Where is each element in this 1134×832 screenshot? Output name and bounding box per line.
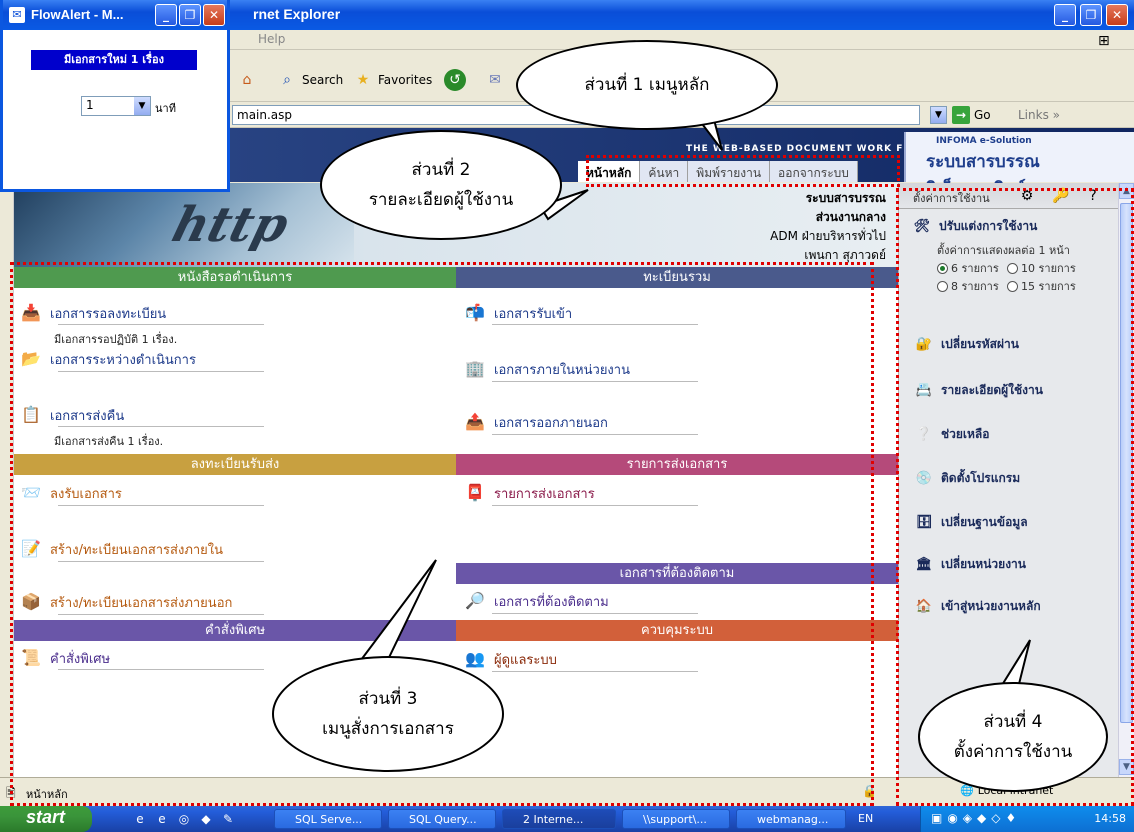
ql-app-icon[interactable]: ◆ xyxy=(198,811,214,827)
user-info: ระบบสารบรรณ ส่วนงานกลาง ADM ฝ่ายบริหารทั… xyxy=(770,189,886,265)
interval-value: 1 xyxy=(86,98,94,112)
task-sql-server[interactable]: SQL Serve... xyxy=(274,809,382,829)
callout-4: ส่วนที่ 4 ตั้งค่าการใช้งาน xyxy=(918,682,1108,792)
chevron-down-icon[interactable]: ▼ xyxy=(134,97,150,115)
taskbar: start e e ◎ ◆ ✎ SQL Serve... SQL Query..… xyxy=(0,806,1134,832)
ql-ie2-icon[interactable]: e xyxy=(154,811,170,827)
callout-3-line2: เมนูสั่งการเอกสาร xyxy=(322,719,454,739)
callout-1-text: ส่วนที่ 1 เมนูหลัก xyxy=(584,75,710,95)
clock: 14:58 xyxy=(1094,812,1126,825)
flowalert-title: FlowAlert - M... xyxy=(31,7,124,22)
callout-3-line1: ส่วนที่ 3 xyxy=(358,689,418,709)
interval-select[interactable]: 1 ▼ xyxy=(81,96,151,116)
close-button[interactable]: ✕ xyxy=(1106,4,1128,26)
task-support[interactable]: \\support\... xyxy=(622,809,730,829)
search-label: Search xyxy=(302,73,344,87)
interval-unit: นาที xyxy=(155,102,176,115)
flowalert-app-icon: ✉ xyxy=(9,7,25,23)
callout-1: ส่วนที่ 1 เมนูหลัก xyxy=(516,40,778,130)
flowalert-window: FlowAlert - M... ✉ _ ❐ ✕ มีเอกสารใหม่ 1 … xyxy=(0,0,230,192)
ql-ie-icon[interactable]: e xyxy=(132,811,148,827)
language-indicator[interactable]: EN xyxy=(858,812,873,825)
flowalert-maximize-button[interactable]: ❐ xyxy=(179,4,201,26)
start-button[interactable]: start xyxy=(0,806,92,832)
callout-2-line1: ส่วนที่ 2 xyxy=(411,160,471,180)
history-icon: ↺ xyxy=(444,69,466,91)
search-icon: ⌕ xyxy=(283,72,291,88)
region-1-box xyxy=(586,155,900,187)
search-button[interactable]: ⌕ Search xyxy=(276,68,343,92)
flowalert-minimize-button[interactable]: _ xyxy=(155,4,177,26)
task-ie[interactable]: 2 Interne... xyxy=(502,809,616,829)
ie-title: rnet Explorer xyxy=(253,6,341,22)
favorites-button[interactable]: ★ Favorites xyxy=(352,68,433,92)
star-icon: ★ xyxy=(356,72,370,88)
app-tagline: THE WEB-BASED DOCUMENT WORK FLOW xyxy=(686,144,930,154)
banner-image: http xyxy=(14,183,354,267)
address-dropdown-icon[interactable]: ▼ xyxy=(930,106,947,124)
system-tray: ▣◉◈◆◇♦ 14:58 xyxy=(920,806,1134,832)
home-icon: ⌂ xyxy=(242,72,252,88)
callout-2-line2: รายละเอียดผู้ใช้งาน xyxy=(368,190,514,210)
flowalert-banner: มีเอกสารใหม่ 1 เรื่อง xyxy=(31,50,197,70)
go-label: Go xyxy=(974,108,991,122)
ql-tool-icon[interactable]: ✎ xyxy=(220,811,236,827)
callout-4-line1: ส่วนที่ 4 xyxy=(983,712,1043,732)
flowalert-close-button[interactable]: ✕ xyxy=(203,4,225,26)
links-label: Links xyxy=(1018,108,1049,122)
menu-help[interactable]: Help xyxy=(258,32,285,46)
task-webmanag[interactable]: webmanag... xyxy=(736,809,846,829)
tray-icons[interactable]: ▣◉◈◆◇♦ xyxy=(931,811,1021,825)
go-button[interactable]: → Go xyxy=(952,106,991,124)
go-arrow-icon: → xyxy=(952,106,970,124)
user-division: ADM ฝ่ายบริหารทั่วไป xyxy=(770,229,886,243)
links-button[interactable]: Links » xyxy=(1018,108,1060,122)
start-label: start xyxy=(26,807,66,827)
callout-2: ส่วนที่ 2 รายละเอียดผู้ใช้งาน xyxy=(320,130,562,240)
mail-button[interactable]: ✉ xyxy=(484,68,506,92)
brand-logo: INFOMA e-Solution ระบบสารบรรณอิเล็กทรอนิ… xyxy=(904,132,1134,199)
user-system: ระบบสารบรรณ xyxy=(805,191,886,205)
callout-4-line2: ตั้งค่าการใช้งาน xyxy=(953,742,1073,762)
banner-word: http xyxy=(166,197,295,253)
windows-logo-icon: ⊞ xyxy=(1098,33,1110,49)
maximize-button[interactable]: ❐ xyxy=(1080,4,1102,26)
minimize-button[interactable]: _ xyxy=(1054,4,1076,26)
favorites-label: Favorites xyxy=(378,73,433,87)
history-button[interactable]: ↺ xyxy=(444,68,466,92)
ql-outlook-icon[interactable]: ◎ xyxy=(176,811,192,827)
brand-small: INFOMA e-Solution xyxy=(936,136,1032,146)
user-department: ส่วนงานกลาง xyxy=(815,210,886,224)
callout-3: ส่วนที่ 3 เมนูสั่งการเอกสาร xyxy=(272,656,504,772)
task-sql-query[interactable]: SQL Query... xyxy=(388,809,496,829)
mail-icon: ✉ xyxy=(489,72,501,88)
home-button[interactable]: ⌂ xyxy=(236,68,258,92)
